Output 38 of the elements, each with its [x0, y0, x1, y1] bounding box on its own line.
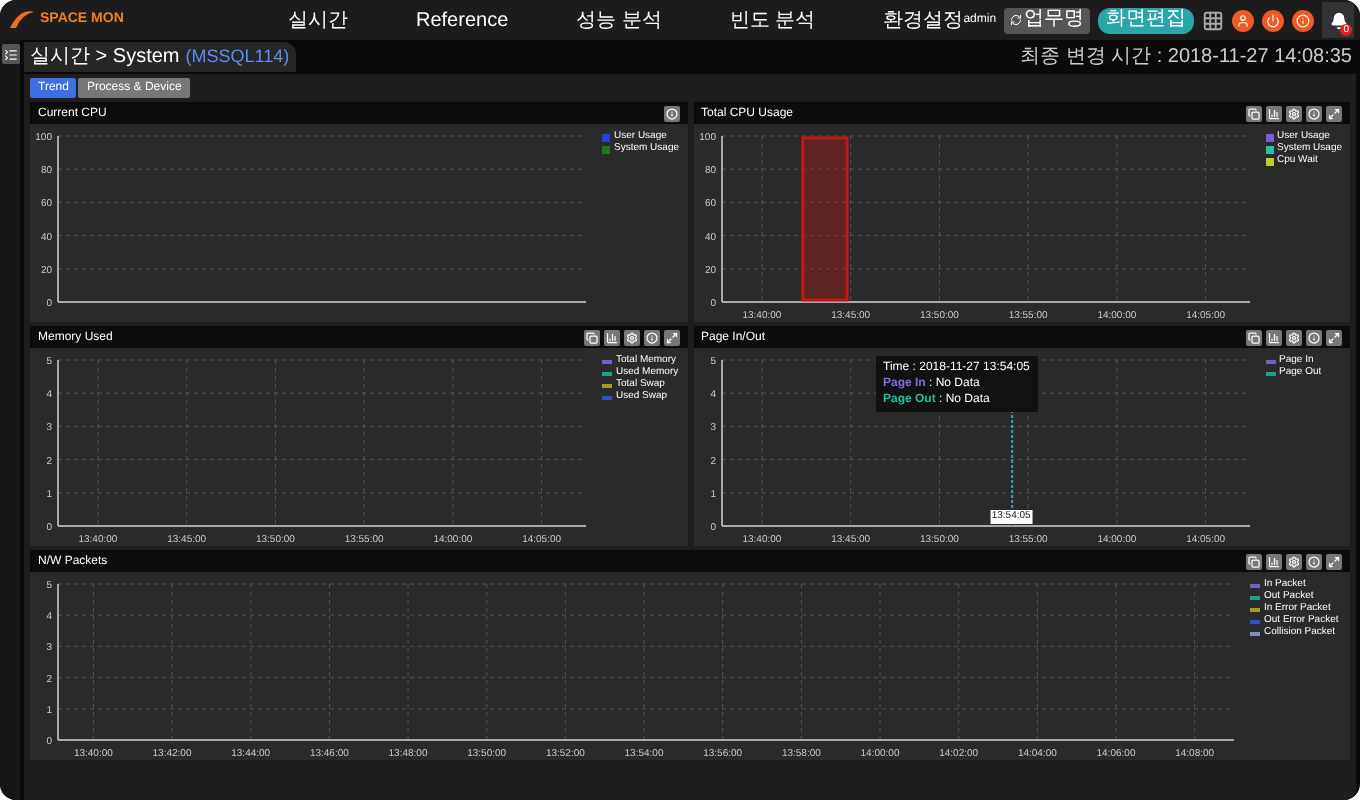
bar-chart-icon[interactable] [1266, 553, 1282, 569]
power-icon[interactable] [1262, 9, 1285, 31]
bar-chart-icon[interactable] [1266, 105, 1282, 121]
info-icon[interactable] [663, 105, 679, 121]
copy-icon[interactable] [1246, 553, 1262, 569]
bell-icon[interactable] [1329, 11, 1348, 29]
expand-icon[interactable] [1326, 329, 1342, 345]
settings-icon[interactable] [1286, 553, 1302, 569]
settings-icon[interactable] [623, 329, 639, 345]
grid-icon[interactable] [1202, 9, 1225, 31]
menu-item[interactable]: 성능 분석 [576, 5, 662, 35]
user-icon[interactable] [1232, 9, 1255, 31]
bar-chart-icon[interactable] [1266, 329, 1282, 345]
menu-item[interactable]: Reference [416, 5, 509, 35]
task-button[interactable]: 업무명 [1004, 7, 1091, 33]
copy-icon[interactable] [1246, 105, 1262, 121]
copy-icon[interactable] [1246, 329, 1262, 345]
expand-icon[interactable] [1326, 105, 1342, 121]
sidebar-toggle-button[interactable] [1, 44, 19, 64]
menu-item[interactable]: 환경설정 [883, 5, 964, 35]
last-changed-time: 최종 변경 시간 : 2018-11-27 14:08:35 [1019, 47, 1354, 67]
info-icon[interactable] [1292, 9, 1315, 31]
info-icon[interactable] [1306, 553, 1322, 569]
info-icon[interactable] [1306, 329, 1322, 345]
menu-item[interactable]: 실시간 [288, 5, 348, 35]
logo-swoosh-icon [8, 8, 36, 32]
info-icon[interactable] [643, 329, 659, 345]
info-icon[interactable] [1306, 105, 1322, 121]
refresh-icon [1010, 14, 1023, 26]
settings-icon[interactable] [1286, 105, 1302, 121]
copy-icon[interactable] [583, 329, 599, 345]
breadcrumb-path: 실시간 > System [30, 47, 180, 67]
settings-icon[interactable] [1286, 329, 1302, 345]
expand-icon[interactable] [1326, 553, 1342, 569]
bar-chart-icon[interactable] [603, 329, 619, 345]
breadcrumb-target[interactable]: (MSSQL114) [185, 48, 290, 66]
menu-item[interactable]: 빈도 분석 [729, 5, 816, 35]
expand-icon[interactable] [663, 329, 679, 345]
